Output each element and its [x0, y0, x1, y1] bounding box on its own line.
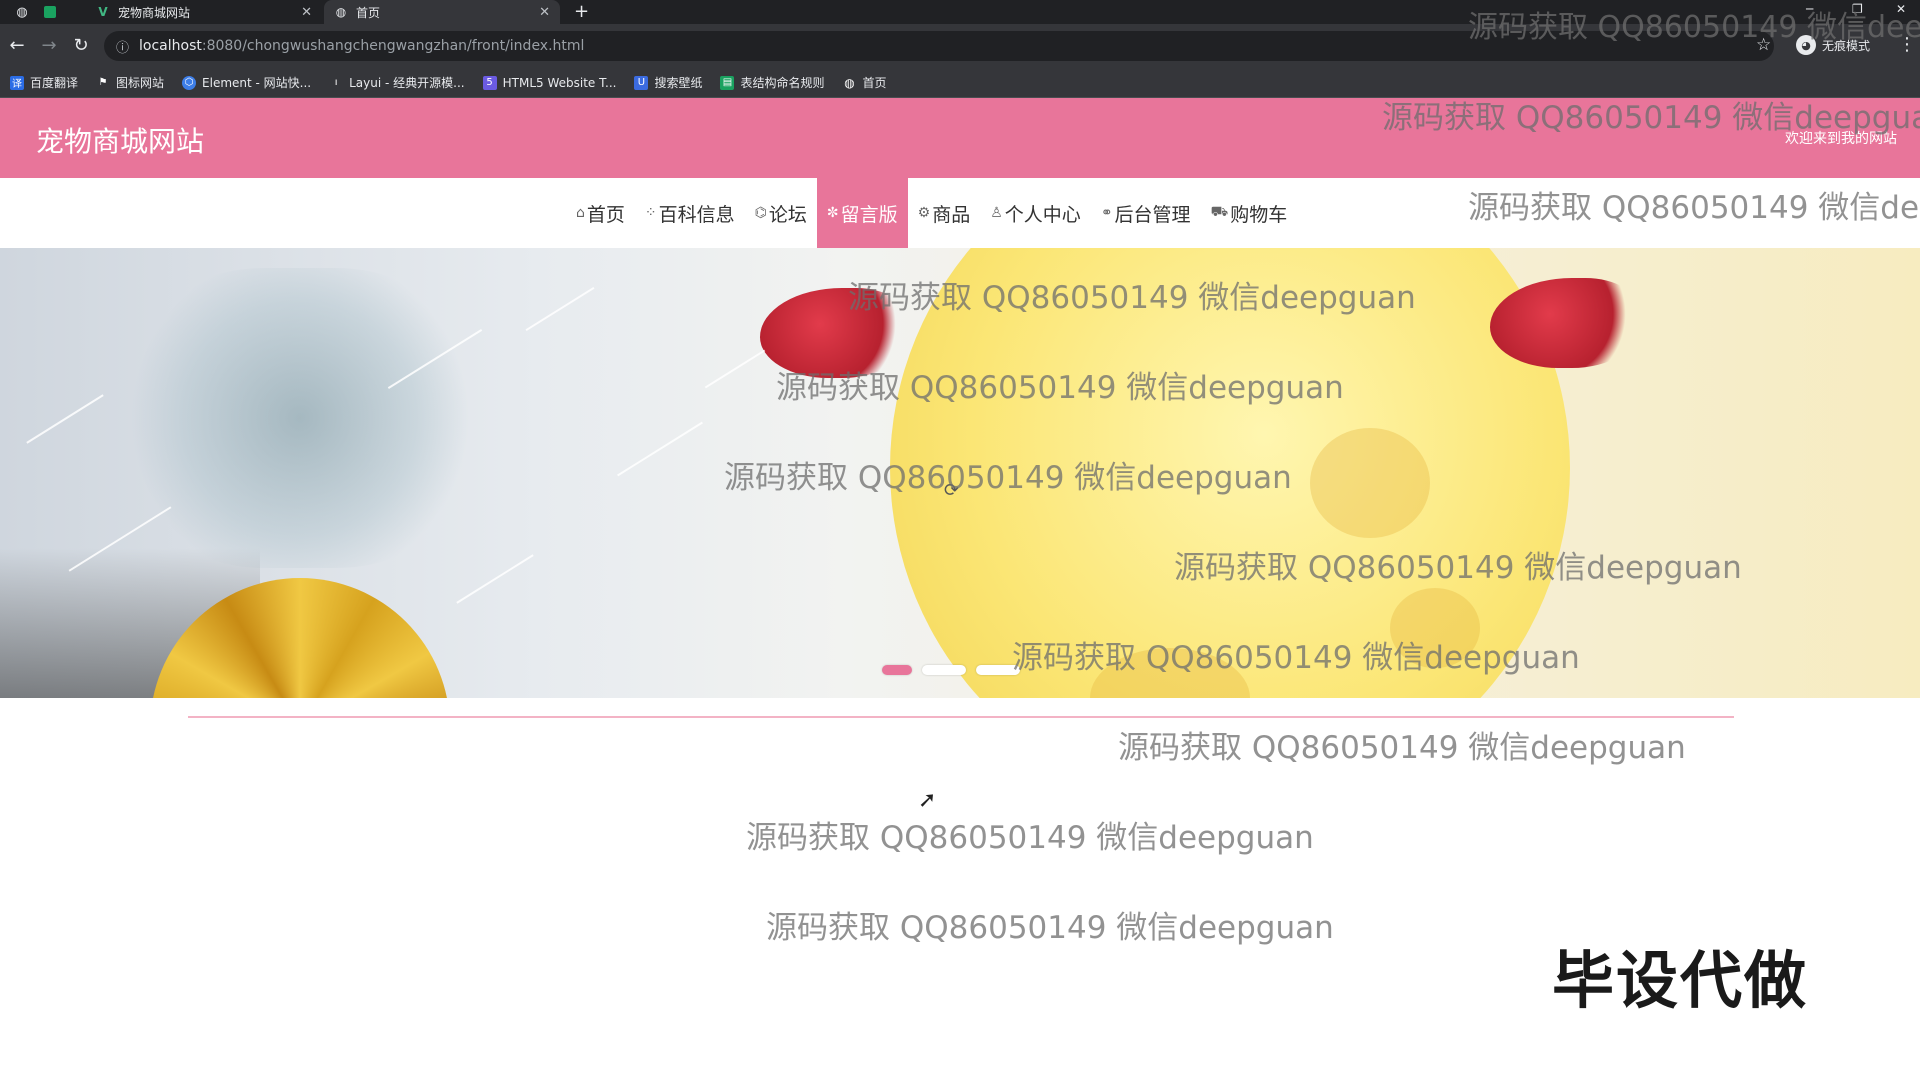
- nav-item-message-board[interactable]: ✼ 留言版: [816, 178, 908, 248]
- nav-label: 个人中心: [1004, 203, 1081, 226]
- peony-flowers-art: [120, 268, 480, 568]
- home-icon: ⌂: [576, 205, 585, 221]
- bookmark-item[interactable]: ı Layui - 经典开源模...: [329, 74, 465, 91]
- globe-icon: ◍: [844, 75, 855, 90]
- site-info-icon[interactable]: ⓘ: [116, 37, 129, 56]
- wallpaper-icon: U: [634, 75, 649, 90]
- watermark: 源码获取 QQ86050149 微信deepguan: [1012, 640, 1580, 676]
- cart-icon: ⛟: [1210, 204, 1229, 220]
- bookmark-item[interactable]: U 搜索壁纸: [634, 74, 702, 91]
- bookmark-label: 首页: [862, 76, 887, 90]
- nav-item-forum[interactable]: ⌬ 论坛: [745, 178, 817, 248]
- tab-title: 宠物商城网站: [118, 5, 191, 20]
- bookmark-item[interactable]: 5 HTML5 Website T...: [482, 75, 617, 90]
- pinned-tab-icon[interactable]: [44, 6, 56, 18]
- carousel-indicators: [882, 665, 1030, 675]
- nav-item-user-center[interactable]: ♙ 个人中心: [980, 178, 1091, 248]
- address-host: localhost: [139, 38, 202, 54]
- nav-item-encyclopedia[interactable]: ⁘ 百科信息: [635, 178, 745, 248]
- bookmark-item[interactable]: ⬡ Element - 网站快...: [182, 74, 311, 91]
- watermark: 源码获取 QQ86050149 微信deepguan: [1382, 100, 1920, 136]
- watermark: 源码获取 QQ86050149 微信deepguan: [776, 370, 1344, 406]
- bookmark-label: 搜索壁纸: [654, 76, 703, 90]
- watermark: 源码获取 QQ86050149 微信deepguan: [1118, 730, 1686, 766]
- back-arrow-icon[interactable]: ←: [6, 35, 28, 56]
- site-title[interactable]: 宠物商城网站: [36, 120, 204, 160]
- reload-icon[interactable]: ↻: [70, 35, 92, 56]
- user-icon: ♙: [990, 205, 1003, 221]
- nav-label: 后台管理: [1114, 203, 1191, 226]
- nav-label: 留言版: [840, 203, 898, 226]
- gear-icon: ⚙: [917, 205, 931, 221]
- watermark: 源码获取 QQ86050149 微信deepguan: [746, 820, 1314, 856]
- close-icon[interactable]: ✕: [301, 5, 312, 20]
- browser-menu-globe-icon[interactable]: ◍: [14, 4, 30, 20]
- bookmark-label: Layui - 经典开源模...: [349, 76, 465, 90]
- grid-icon: ⁘: [644, 205, 657, 221]
- watermark: 源码获取 QQ86050149 微信deepguan: [766, 910, 1334, 946]
- link-icon: ⚭: [1100, 205, 1113, 221]
- watermark: 源码获取 QQ86050149 微信deep: [1468, 10, 1920, 45]
- nav-label: 首页: [586, 203, 625, 226]
- bookmark-label: Element - 网站快...: [202, 76, 312, 90]
- translate-icon: 译: [10, 75, 24, 90]
- corner-stamp: 毕设代做: [1552, 944, 1809, 1017]
- bookmark-label: 表结构命名规则: [740, 76, 825, 90]
- nav-label: 购物车: [1230, 203, 1288, 226]
- bookmark-label: HTML5 Website T...: [502, 75, 617, 90]
- layui-icon: ı: [334, 77, 338, 88]
- html5-icon: 5: [482, 75, 497, 90]
- new-tab-button[interactable]: +: [574, 1, 589, 22]
- carousel-dot[interactable]: [922, 665, 966, 675]
- watermark: 源码获取 QQ86050149 微信deepguan: [724, 460, 1292, 496]
- bookmark-item[interactable]: ▤ 表结构命名规则: [720, 74, 824, 91]
- nav-item-products[interactable]: ⚙ 商品: [908, 178, 981, 248]
- mouse-cursor-icon: ➚: [918, 788, 937, 813]
- globe-icon: ◍: [335, 5, 347, 19]
- section-divider: [188, 716, 1734, 718]
- nav-item-admin[interactable]: ⚭ 后台管理: [1091, 178, 1201, 248]
- watermark: 源码获取 QQ86050149 微信deepguan: [848, 280, 1416, 316]
- tab-pet-mall[interactable]: V 宠物商城网站 ✕: [86, 0, 322, 24]
- forward-arrow-icon[interactable]: →: [38, 35, 60, 56]
- bookmark-item[interactable]: ⚑ 图标网站: [96, 74, 165, 91]
- sheet-icon: ▤: [720, 75, 735, 90]
- bookmark-item[interactable]: 译百度翻译: [10, 74, 78, 91]
- watermark: 源码获取 QQ86050149 微信deep: [1468, 190, 1920, 226]
- watermark: 源码获取 QQ86050149 微信deepguan: [1174, 550, 1742, 586]
- nav-label: 论坛: [768, 203, 807, 226]
- nav-label: 百科信息: [658, 203, 735, 226]
- element-icon: ⬡: [182, 75, 197, 90]
- flower-icon: ✼: [826, 205, 839, 221]
- address-path: :8080/chongwushangchengwangzhan/front/in…: [201, 38, 585, 54]
- flag-icon: ⚑: [98, 77, 108, 88]
- nav-label: 商品: [932, 203, 971, 226]
- vue-v-icon: V: [98, 5, 108, 19]
- close-icon[interactable]: ✕: [539, 5, 550, 20]
- bookmark-label: 百度翻译: [30, 76, 79, 90]
- tab-title: 首页: [356, 5, 381, 20]
- tab-home[interactable]: ◍ 首页 ✕: [324, 0, 560, 24]
- nav-item-cart[interactable]: ⛟ 购物车: [1201, 178, 1298, 248]
- nav-item-home[interactable]: ⌂ 首页: [566, 178, 635, 248]
- carousel-dot[interactable]: [882, 665, 912, 675]
- bookmark-item[interactable]: ◍ 首页: [842, 74, 886, 91]
- tag-icon: ⌬: [754, 205, 767, 221]
- bookmark-label: 图标网站: [116, 76, 165, 90]
